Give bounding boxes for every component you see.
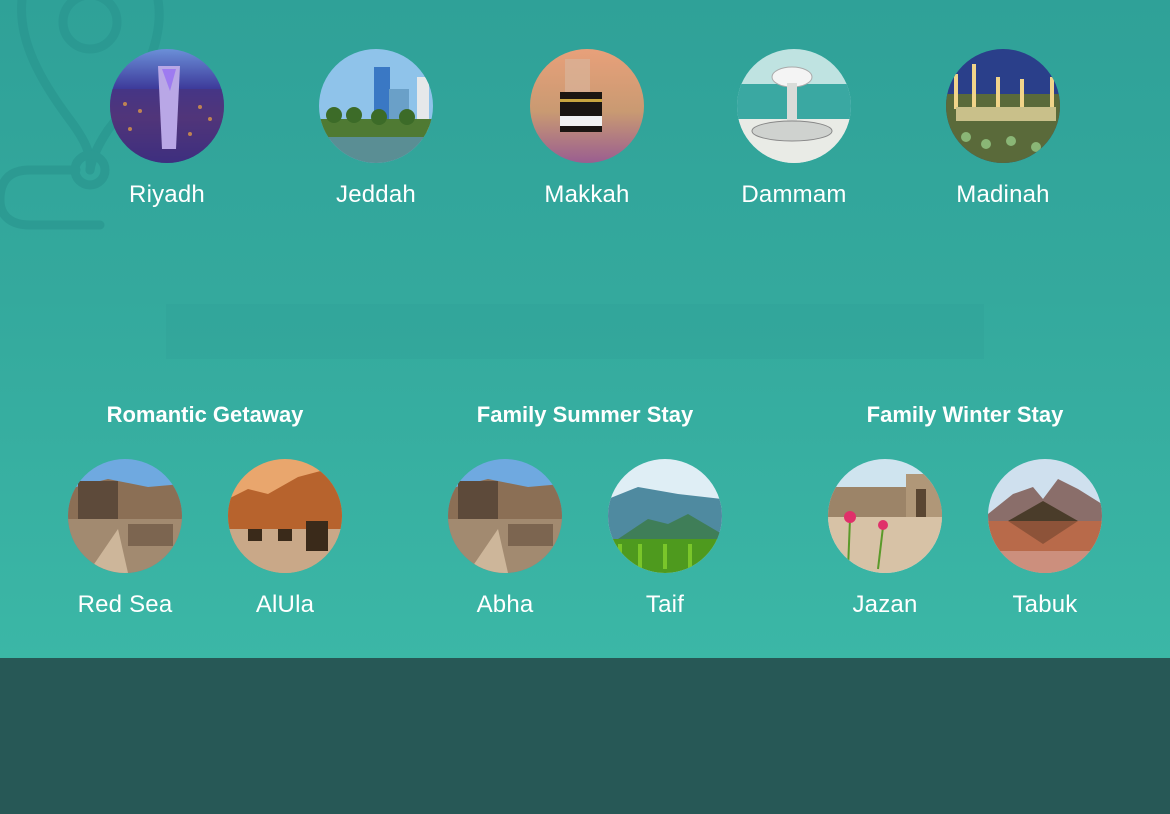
city-madinah[interactable]: Madinah — [923, 49, 1083, 210]
city-label: Jeddah — [336, 181, 416, 208]
destination-image[interactable] — [828, 459, 942, 573]
city-image[interactable] — [110, 49, 224, 163]
destination-label: AlUla — [255, 591, 315, 618]
city-label: Madinah — [956, 181, 1050, 208]
destination-red-sea[interactable]: Red Sea — [45, 459, 205, 620]
destination-label: Tabuk — [1012, 591, 1078, 618]
destination-taif[interactable]: Taif — [585, 459, 745, 620]
city-label: Dammam — [741, 181, 847, 208]
city-makkah[interactable]: Makkah — [507, 49, 667, 210]
city-label: Makkah — [544, 181, 630, 208]
destination-image[interactable] — [68, 459, 182, 573]
divider-panel — [166, 304, 984, 359]
footer — [0, 658, 1170, 814]
city-riyadh[interactable]: Riyadh — [87, 49, 247, 210]
destination-jazan[interactable]: Jazan — [805, 459, 965, 620]
destination-label: Jazan — [852, 591, 918, 618]
destination-image[interactable] — [988, 459, 1102, 573]
city-image[interactable] — [946, 49, 1060, 163]
destination-alula[interactable]: AlUla — [205, 459, 365, 620]
city-dammam[interactable]: Dammam — [714, 49, 874, 210]
destination-tabuk[interactable]: Tabuk — [965, 459, 1125, 620]
city-label: Riyadh — [129, 181, 205, 208]
city-jeddah[interactable]: Jeddah — [296, 49, 456, 210]
destination-label: Taif — [645, 591, 685, 618]
destination-label: Red Sea — [77, 591, 173, 618]
destinations-section: Riyadh Jeddah Makkah Dammam Madinah Roma… — [0, 0, 1170, 658]
city-image[interactable] — [530, 49, 644, 163]
group-title-summer: Family Summer Stay — [476, 402, 694, 427]
destination-image[interactable] — [228, 459, 342, 573]
destination-label: Abha — [476, 591, 534, 618]
destination-abha[interactable]: Abha — [425, 459, 585, 620]
destination-image[interactable] — [608, 459, 722, 573]
city-image[interactable] — [319, 49, 433, 163]
destination-image[interactable] — [448, 459, 562, 573]
city-image[interactable] — [737, 49, 851, 163]
group-title-romantic: Romantic Getaway — [106, 402, 304, 427]
group-title-winter: Family Winter Stay — [866, 402, 1064, 427]
